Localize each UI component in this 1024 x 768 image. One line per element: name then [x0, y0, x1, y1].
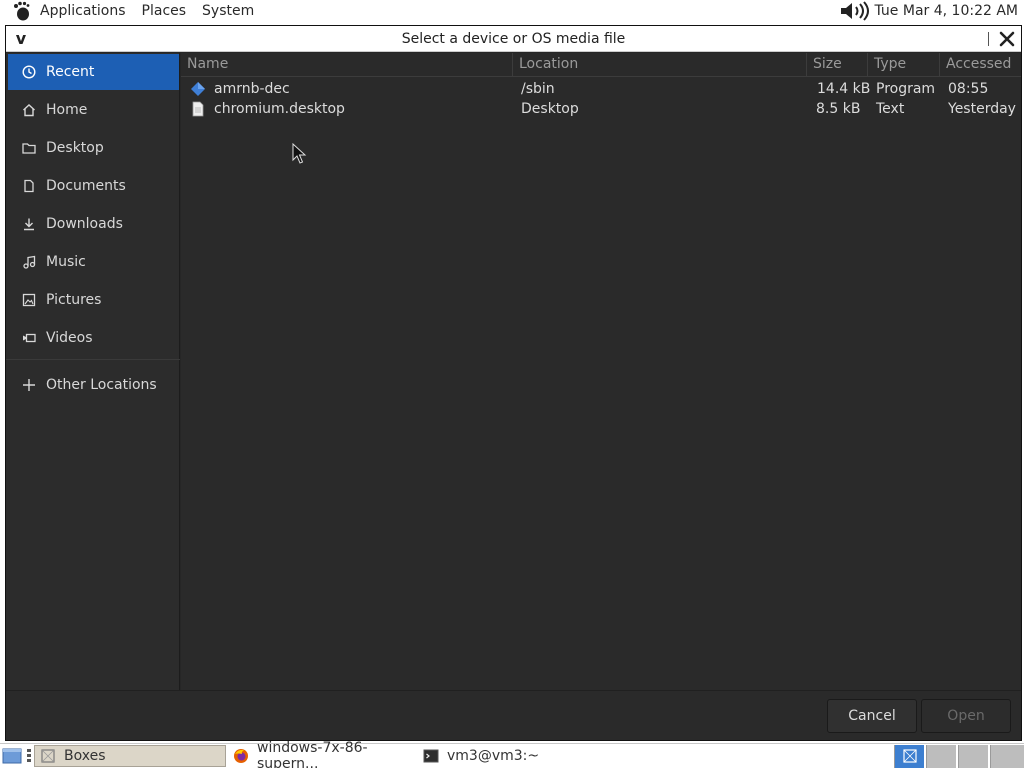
taskbar-item-label: windows-7x-86-supern... — [257, 740, 368, 768]
top-panel: Applications Places System Tue Mar 4, 10… — [0, 0, 1024, 22]
gnome-foot-icon[interactable] — [10, 0, 32, 22]
column-header-accessed[interactable]: Accessed — [940, 53, 1021, 77]
file-size: 8.5 kB — [816, 101, 861, 117]
clock-icon — [20, 63, 38, 81]
file-accessed: Yesterday — [948, 101, 1016, 117]
sidebar-item-videos[interactable]: Videos — [8, 320, 179, 356]
sidebar-item-recent[interactable]: Recent — [8, 54, 179, 90]
system-menu[interactable]: System — [194, 0, 262, 22]
firefox-icon — [233, 748, 249, 764]
picture-icon — [20, 291, 38, 309]
file-accessed: 08:55 — [948, 81, 989, 97]
sidebar-separator — [6, 359, 180, 360]
sidebar-item-label: Videos — [46, 330, 93, 346]
file-chooser-dialog: v Select a device or OS media file Recen… — [5, 25, 1022, 741]
applications-menu[interactable]: Applications — [32, 0, 134, 22]
workspace-2[interactable] — [926, 745, 956, 768]
cancel-button[interactable]: Cancel — [827, 699, 917, 733]
open-button[interactable]: Open — [921, 699, 1011, 733]
document-icon — [20, 177, 38, 195]
sidebar-item-pictures[interactable]: Pictures — [8, 282, 179, 318]
close-icon[interactable] — [997, 29, 1017, 49]
music-icon — [20, 253, 38, 271]
column-header-type[interactable]: Type — [868, 53, 940, 77]
sidebar-item-label: Recent — [46, 64, 95, 80]
sidebar-item-documents[interactable]: Documents — [8, 168, 179, 204]
workspace-3[interactable] — [958, 745, 988, 768]
titlebar-divider — [988, 32, 989, 46]
workspace-1[interactable] — [894, 745, 924, 768]
taskbar-item-windows-vm[interactable]: windows-7x-86-supern... — [228, 740, 416, 768]
sidebar-item-label: Home — [46, 102, 88, 118]
volume-icon[interactable] — [839, 1, 871, 21]
file-name: amrnb-dec — [214, 81, 290, 97]
sidebar-item-label: Music — [46, 254, 86, 270]
file-list-header: Name Location Size Type Accessed — [181, 53, 1021, 77]
show-desktop-icon[interactable] — [2, 747, 22, 765]
sidebar-item-label: Documents — [46, 178, 126, 194]
sidebar-item-other-locations[interactable]: Other Locations — [8, 367, 179, 403]
sidebar-item-home[interactable]: Home — [8, 92, 179, 128]
taskbar-item-terminal[interactable]: vm3@vm3:~ — [418, 745, 598, 767]
sidebar-item-downloads[interactable]: Downloads — [8, 206, 179, 242]
file-location: /sbin — [521, 81, 555, 97]
video-icon — [20, 329, 38, 347]
folder-icon — [20, 139, 38, 157]
clock[interactable]: Tue Mar 4, 10:22 AM — [871, 3, 1024, 19]
column-header-size[interactable]: Size — [807, 53, 868, 77]
file-type: Text — [876, 101, 905, 117]
places-sidebar: Recent Home Desktop Documents Downloads — [6, 53, 180, 690]
places-menu[interactable]: Places — [134, 0, 195, 22]
taskbar-handle[interactable] — [27, 749, 31, 763]
file-type: Program — [876, 81, 936, 97]
file-name: chromium.desktop — [214, 101, 345, 117]
plus-icon — [20, 376, 38, 394]
column-header-location[interactable]: Location — [513, 53, 807, 77]
home-icon — [20, 101, 38, 119]
dialog-titlebar[interactable]: v Select a device or OS media file — [6, 26, 1021, 52]
terminal-icon — [423, 748, 439, 764]
boxes-icon — [40, 748, 56, 764]
sidebar-item-label: Downloads — [46, 216, 123, 232]
file-size: 14.4 kB — [817, 81, 871, 97]
file-row[interactable]: amrnb-dec /sbin 14.4 kB Program 08:55 — [181, 79, 1021, 99]
file-row[interactable]: chromium.desktop Desktop 8.5 kB Text Yes… — [181, 99, 1021, 119]
dialog-title: Select a device or OS media file — [401, 31, 626, 47]
column-header-name[interactable]: Name — [181, 53, 513, 77]
workspace-4[interactable] — [990, 745, 1024, 768]
bottom-taskbar: Boxes windows-7x-86-supern... vm3@vm3:~ — [0, 740, 1024, 768]
top-panel-tray: Tue Mar 4, 10:22 AM — [839, 0, 1024, 22]
sidebar-item-label: Desktop — [46, 140, 104, 156]
dialog-action-bar: Cancel Open — [6, 690, 1021, 740]
executable-icon — [190, 81, 206, 97]
file-location: Desktop — [521, 101, 579, 117]
text-file-icon — [190, 101, 206, 117]
mouse-cursor-icon — [292, 142, 308, 165]
sidebar-item-label: Other Locations — [46, 377, 157, 393]
sidebar-item-music[interactable]: Music — [8, 244, 179, 280]
taskbar-item-label: Boxes — [64, 748, 106, 764]
taskbar-item-label: vm3@vm3:~ — [447, 748, 540, 764]
taskbar-item-boxes[interactable]: Boxes — [34, 745, 226, 767]
sidebar-item-desktop[interactable]: Desktop — [8, 130, 179, 166]
download-icon — [20, 215, 38, 233]
sidebar-item-label: Pictures — [46, 292, 102, 308]
